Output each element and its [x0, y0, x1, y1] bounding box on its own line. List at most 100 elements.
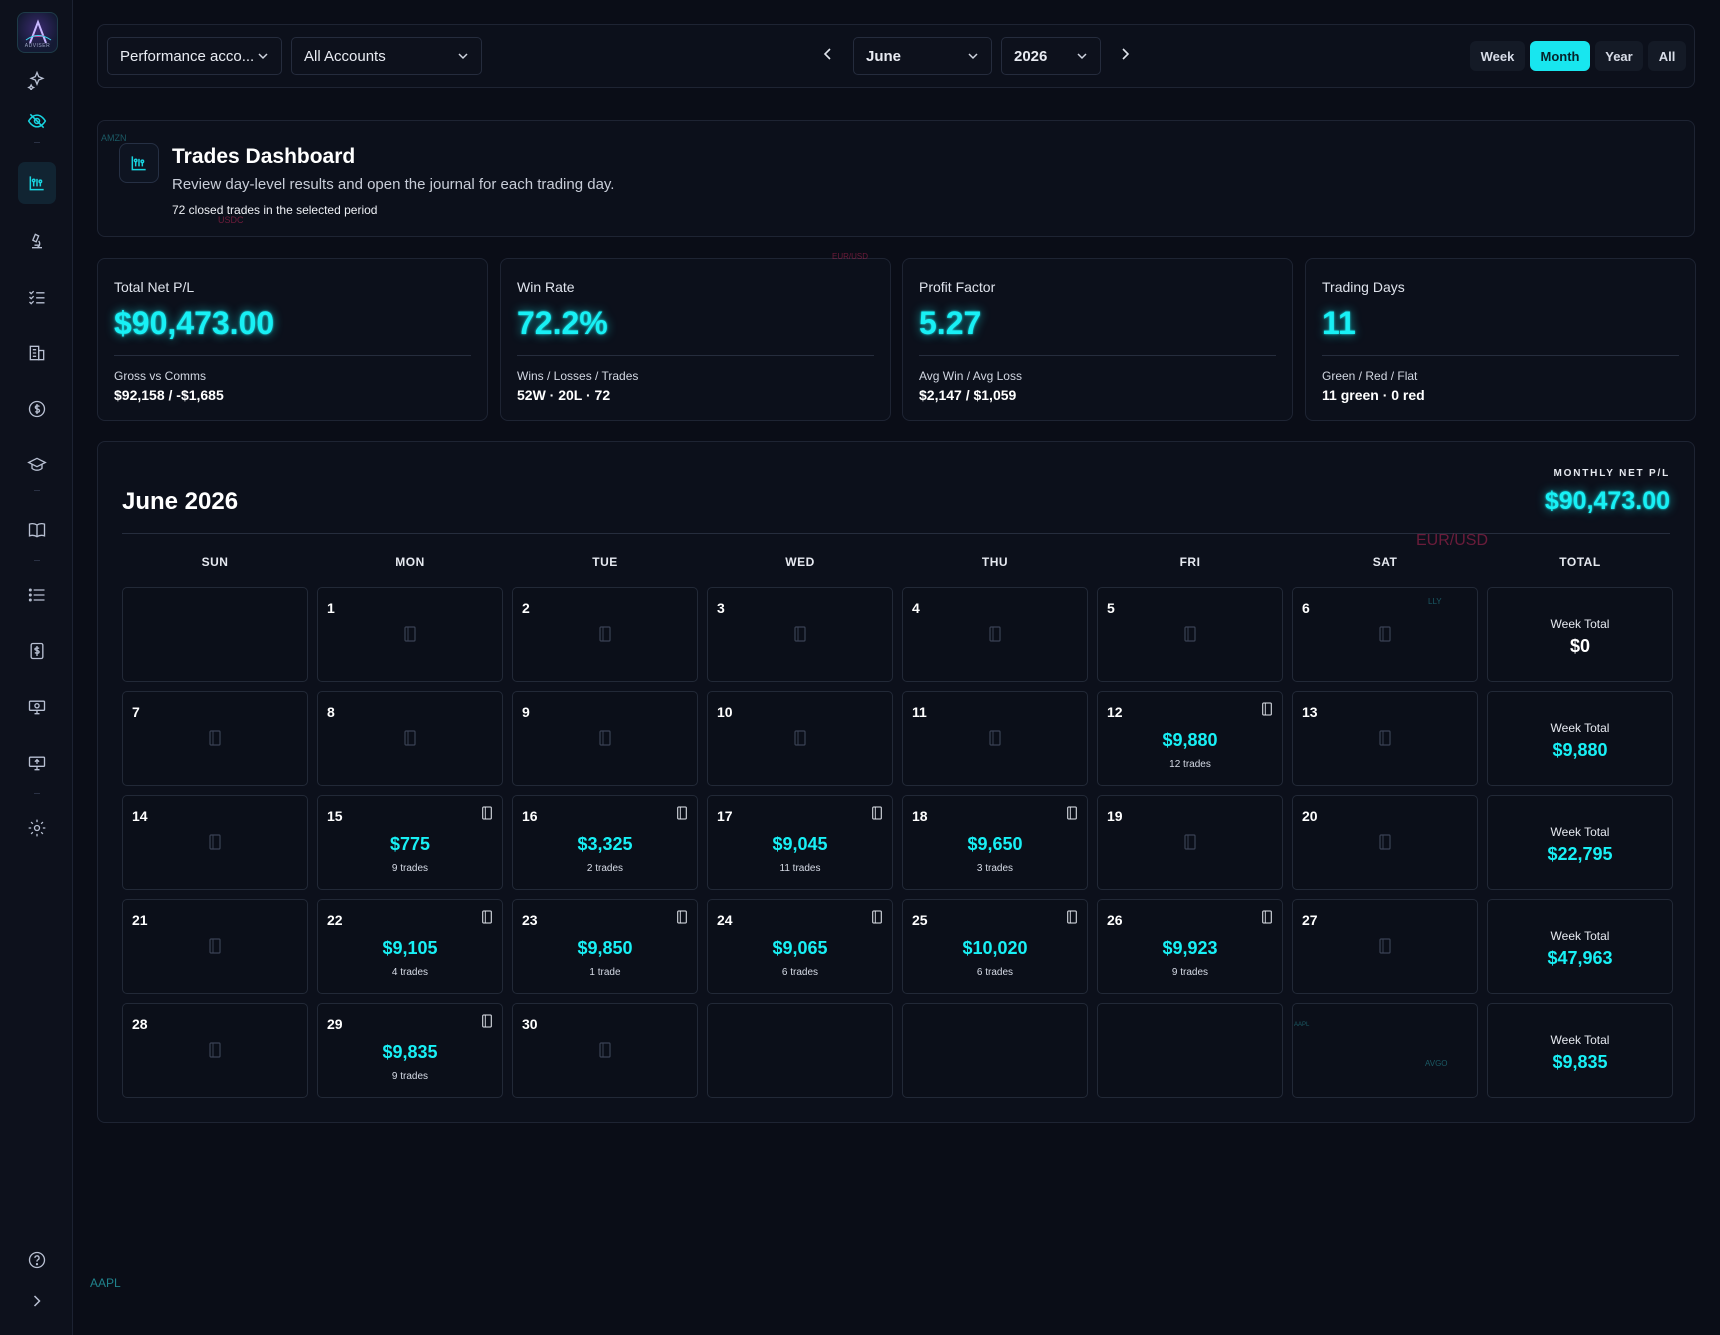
dollar-circle-icon[interactable] [22, 394, 52, 424]
next-month-arrow-icon[interactable] [1116, 45, 1134, 63]
journal-icon[interactable] [1183, 626, 1197, 642]
month-select-dropdown[interactable]: June [853, 37, 992, 75]
app-logo[interactable]: ADVISER [17, 12, 58, 53]
calendar-day-cell[interactable]: 1 [317, 587, 503, 682]
journal-icon[interactable] [676, 910, 688, 924]
range-year-button[interactable]: Year [1595, 41, 1643, 71]
calendar-day-cell[interactable]: 22 $9,105 4 trades [317, 899, 503, 994]
range-week-button[interactable]: Week [1470, 41, 1525, 71]
year-select-dropdown[interactable]: 2026 [1001, 37, 1101, 75]
calendar-day-cell[interactable]: 18 $9,650 3 trades [902, 795, 1088, 890]
expand-icon[interactable] [22, 1286, 52, 1316]
stat-label: Profit Factor [919, 279, 996, 295]
journal-icon[interactable] [481, 910, 493, 924]
calendar-day-cell[interactable]: 3 [707, 587, 893, 682]
calendar-day-cell[interactable]: 4 [902, 587, 1088, 682]
list-icon[interactable] [22, 580, 52, 610]
stat-value: 72.2% [517, 305, 608, 341]
calendar-day-cell[interactable]: 8 [317, 691, 503, 786]
journal-icon[interactable] [1066, 910, 1078, 924]
calendar-day-cell[interactable]: 17 $9,045 11 trades [707, 795, 893, 890]
book-icon[interactable] [22, 515, 52, 545]
calendar-day-cell[interactable]: 16 $3,325 2 trades [512, 795, 698, 890]
calendar-day-cell[interactable]: 26 $9,923 9 trades [1097, 899, 1283, 994]
day-trade-count: 12 trades [1169, 759, 1211, 770]
journal-icon[interactable] [871, 910, 883, 924]
calendar-day-cell[interactable]: 13 [1292, 691, 1478, 786]
calendar-day-cell[interactable]: 28 [122, 1003, 308, 1098]
day-number: 27 [1302, 912, 1318, 928]
journal-icon[interactable] [403, 730, 417, 746]
help-icon[interactable] [22, 1245, 52, 1275]
journal-icon[interactable] [208, 938, 222, 954]
calendar-day-cell[interactable]: 10 [707, 691, 893, 786]
calendar-day-cell[interactable]: 23 $9,850 1 trade [512, 899, 698, 994]
journal-icon[interactable] [793, 730, 807, 746]
journal-icon[interactable] [598, 1042, 612, 1058]
journal-icon[interactable] [871, 806, 883, 820]
calendar-day-cell[interactable]: 12 $9,880 12 trades [1097, 691, 1283, 786]
journal-icon[interactable] [988, 626, 1002, 642]
journal-icon[interactable] [481, 806, 493, 820]
journal-icon[interactable] [1066, 806, 1078, 820]
day-trade-count: 9 trades [1171, 967, 1209, 978]
calendar-day-cell[interactable]: 11 [902, 691, 1088, 786]
calendar-day-cell[interactable]: 6 [1292, 587, 1478, 682]
monitor-upload-icon[interactable] [22, 748, 52, 778]
calendar-day-cell[interactable]: 2 [512, 587, 698, 682]
calendar-day-cell[interactable]: 21 [122, 899, 308, 994]
eye-off-icon[interactable] [22, 106, 52, 136]
journal-icon[interactable] [208, 834, 222, 850]
journal-icon[interactable] [676, 806, 688, 820]
calendar-day-cell[interactable]: 24 $9,065 6 trades [707, 899, 893, 994]
journal-icon[interactable] [598, 730, 612, 746]
day-number: 12 [1107, 704, 1123, 720]
day-net-pl: $9,045 [772, 834, 828, 854]
journal-icon[interactable] [208, 1042, 222, 1058]
settings-icon[interactable] [22, 813, 52, 843]
chart-icon[interactable] [18, 162, 56, 204]
checklist-icon[interactable] [22, 282, 52, 312]
dollar-receipt-icon[interactable] [22, 636, 52, 666]
calendar-day-cell[interactable]: 5 [1097, 587, 1283, 682]
account-select-dropdown[interactable]: All Accounts [291, 37, 482, 75]
journal-icon[interactable] [988, 730, 1002, 746]
day-number: 8 [327, 704, 335, 720]
journal-icon[interactable] [1261, 910, 1273, 924]
calendar-day-cell[interactable]: 7 [122, 691, 308, 786]
calendar-day-cell[interactable]: 20 [1292, 795, 1478, 890]
monitor-dollar-icon[interactable] [22, 692, 52, 722]
calendar-day-cell[interactable]: 19 [1097, 795, 1283, 890]
calendar-day-cell[interactable]: 30 [512, 1003, 698, 1098]
journal-icon[interactable] [1378, 834, 1392, 850]
weekday-header: MON [395, 555, 425, 569]
journal-icon[interactable] [403, 626, 417, 642]
journal-icon[interactable] [793, 626, 807, 642]
calendar-day-cell[interactable]: 25 $10,020 6 trades [902, 899, 1088, 994]
week-total-label: Week Total [1550, 929, 1610, 943]
calendar-day-cell[interactable]: 15 $775 9 trades [317, 795, 503, 890]
calendar-day-cell[interactable]: 14 [122, 795, 308, 890]
journal-icon[interactable] [598, 626, 612, 642]
calendar-day-cell[interactable]: 27 [1292, 899, 1478, 994]
journal-icon[interactable] [1261, 702, 1273, 716]
month-select-value: June [866, 47, 902, 65]
performance-filter-dropdown[interactable]: Performance acco... [107, 37, 282, 75]
calendar-day-cell[interactable]: 9 [512, 691, 698, 786]
journal-icon[interactable] [1378, 938, 1392, 954]
journal-icon[interactable] [1183, 834, 1197, 850]
range-month-button[interactable]: Month [1530, 41, 1590, 71]
journal-icon[interactable] [1378, 730, 1392, 746]
building-icon[interactable] [22, 338, 52, 368]
journal-icon[interactable] [481, 1014, 493, 1028]
previous-month-arrow-icon[interactable] [819, 45, 837, 63]
range-all-button[interactable]: All [1648, 41, 1686, 71]
graduation-cap-icon[interactable] [22, 450, 52, 480]
journal-icon[interactable] [1378, 626, 1392, 642]
day-trade-count: 6 trades [976, 967, 1014, 978]
sparkles-icon[interactable] [22, 65, 52, 95]
calendar-day-cell[interactable]: 29 $9,835 9 trades [317, 1003, 503, 1098]
microscope-icon[interactable] [22, 226, 52, 256]
journal-icon[interactable] [208, 730, 222, 746]
day-number: 9 [522, 704, 530, 720]
